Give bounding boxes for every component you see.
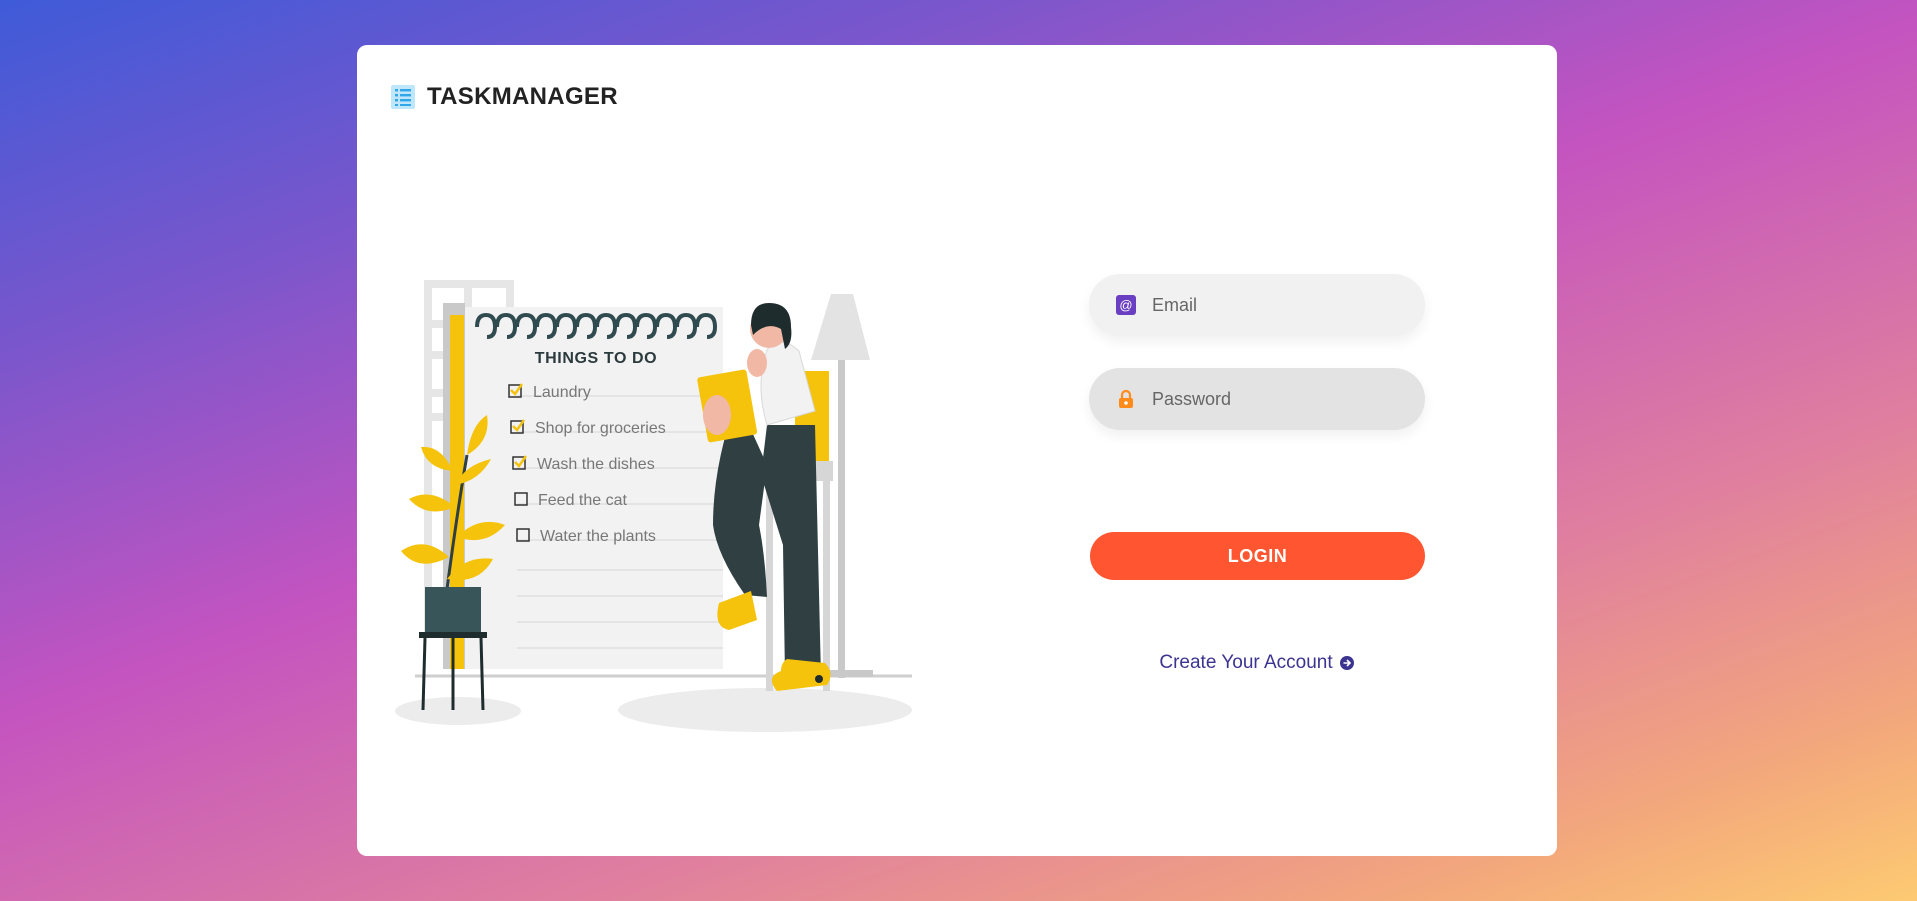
email-input[interactable] (1150, 293, 1425, 317)
todo-item: Shop for groceries (510, 419, 666, 437)
todo-illustration: THINGS TO DO Laundry Shop for groceries … (395, 280, 912, 732)
todo-heading: THINGS TO DO (535, 350, 657, 367)
create-account-label: Create Your Account (1159, 652, 1333, 673)
svg-text:@: @ (1119, 298, 1132, 313)
password-input[interactable] (1150, 387, 1425, 411)
password-field[interactable] (1089, 368, 1425, 430)
arrow-right-circle-icon (1339, 656, 1354, 670)
at-icon: @ (1116, 295, 1136, 315)
svg-text:Laundry: Laundry (533, 384, 591, 401)
lock-icon (1116, 389, 1136, 409)
login-card: TASKMANAGER THINGS TO DO Laundry Shop fo… (357, 45, 1557, 856)
brand: TASKMANAGER (391, 83, 618, 111)
svg-text:Water the plants: Water the plants (540, 528, 656, 545)
svg-text:Shop for groceries: Shop for groceries (535, 420, 666, 437)
email-field[interactable]: @ (1089, 274, 1425, 336)
svg-text:Feed the cat: Feed the cat (538, 492, 628, 509)
login-button[interactable]: LOGIN (1090, 532, 1425, 580)
create-account-link[interactable]: Create Your Account (1089, 652, 1425, 674)
list-icon (391, 85, 415, 109)
app-title: TASKMANAGER (427, 83, 618, 110)
svg-text:Wash the dishes: Wash the dishes (537, 456, 655, 473)
